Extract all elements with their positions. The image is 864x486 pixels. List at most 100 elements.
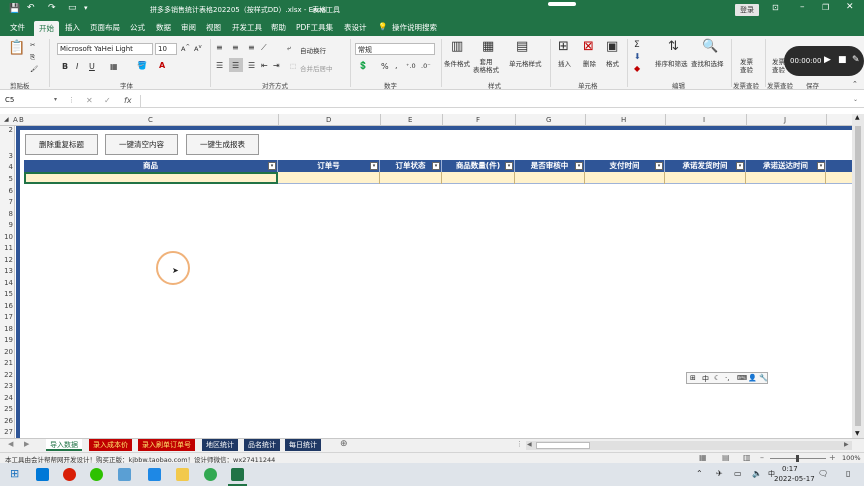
scroll-right-icon[interactable]: ▶ — [844, 441, 849, 448]
invoice-check-button[interactable]: 发票 查验 — [740, 58, 753, 74]
tab-insert[interactable]: 插入 — [65, 22, 80, 33]
ime-moon-icon[interactable]: ☾ — [714, 374, 720, 382]
percent-icon[interactable]: % — [381, 62, 389, 71]
header-pay-time[interactable]: 支付时间 — [585, 160, 665, 172]
table-cell[interactable] — [515, 172, 585, 184]
tab-home[interactable]: 开始 — [34, 21, 59, 36]
table-cell[interactable] — [278, 172, 380, 184]
name-box-dropdown-icon[interactable]: ▾ — [54, 96, 57, 103]
row-header[interactable]: 25 — [0, 405, 15, 413]
font-color-icon[interactable]: A — [159, 61, 165, 70]
comma-icon[interactable]: , — [395, 61, 398, 70]
file-explorer-icon[interactable] — [176, 468, 189, 481]
sheet-tab-cost[interactable]: 录入成本价 — [89, 439, 132, 451]
row-header[interactable]: 27 — [0, 428, 15, 436]
sheet-tab-region[interactable]: 地区统计 — [202, 439, 238, 451]
restore-icon[interactable]: ❐ — [822, 3, 829, 12]
wechat-icon[interactable] — [90, 468, 103, 481]
col-header-c[interactable]: C — [148, 116, 153, 124]
wrap-text-button[interactable]: 自动换行 — [300, 45, 326, 55]
orientation-icon[interactable]: ⟋ — [261, 43, 267, 53]
delete-cells-icon[interactable]: ⊠ — [583, 39, 594, 54]
row-header[interactable]: 20 — [0, 348, 15, 356]
row-header[interactable]: 26 — [0, 417, 15, 425]
tray-icon[interactable]: ✈ — [716, 469, 723, 478]
windows-start-icon[interactable]: ⊞ — [10, 467, 19, 480]
col-header-f[interactable]: F — [476, 116, 480, 124]
generate-report-button[interactable]: 一键生成报表 — [186, 134, 259, 155]
row-header[interactable]: 13 — [0, 267, 15, 275]
clear-icon[interactable]: ◆ — [634, 64, 640, 73]
row-header[interactable]: 22 — [0, 371, 15, 379]
row-header[interactable]: 14 — [0, 279, 15, 287]
select-all-corner[interactable]: ◢ — [4, 116, 9, 123]
selected-cell-c5[interactable] — [24, 172, 278, 184]
sheet-tab-daily[interactable]: 每日统计 — [285, 439, 321, 451]
record-stop-icon[interactable]: ■ — [838, 55, 847, 65]
find-select-button[interactable]: 查找和选择 — [691, 58, 724, 68]
col-header-g[interactable]: G — [546, 116, 551, 124]
close-icon[interactable]: ✕ — [846, 2, 854, 12]
insert-cells-icon[interactable]: ⊞ — [558, 39, 569, 54]
formula-input[interactable] — [140, 95, 852, 107]
zoom-in-icon[interactable]: + — [829, 453, 836, 462]
scroll-left-icon[interactable]: ◀ — [527, 441, 532, 448]
filter-dropdown-icon[interactable]: ▾ — [575, 162, 583, 170]
row-header[interactable]: 5 — [0, 175, 15, 183]
table-format-button[interactable]: 套用 表格格式 — [473, 58, 499, 74]
filter-dropdown-icon[interactable]: ▾ — [817, 162, 825, 170]
row-header[interactable]: 23 — [0, 382, 15, 390]
row-header[interactable]: 9 — [0, 221, 15, 229]
add-sheet-icon[interactable]: ⊕ — [340, 439, 348, 449]
record-play-icon[interactable]: ▶ — [824, 55, 831, 65]
horizontal-scroll-thumb[interactable] — [536, 442, 590, 449]
row-header[interactable]: 17 — [0, 313, 15, 321]
clock-date[interactable]: 2022-05-17 — [774, 475, 815, 483]
delete-cells-button[interactable]: 删除 — [583, 58, 596, 68]
conditional-format-button[interactable]: 条件格式 — [444, 58, 470, 68]
conditional-format-icon[interactable]: ▥ — [451, 39, 463, 54]
row-header[interactable]: 2 — [0, 126, 15, 134]
table-cell[interactable] — [442, 172, 515, 184]
col-header-i[interactable]: I — [703, 116, 705, 124]
filter-dropdown-icon[interactable]: ▾ — [655, 162, 663, 170]
volume-icon[interactable]: 🔈 — [752, 469, 762, 478]
row-header[interactable]: 6 — [0, 187, 15, 195]
row-header[interactable]: 19 — [0, 336, 15, 344]
tell-me-search[interactable]: 操作说明搜索 — [392, 22, 437, 33]
browser-360-icon[interactable] — [63, 468, 76, 481]
cell-styles-icon[interactable]: ▤ — [516, 39, 528, 54]
table-format-icon[interactable]: ▦ — [482, 39, 494, 54]
align-bottom-icon[interactable]: ≡ — [248, 43, 255, 52]
italic-icon[interactable]: I — [76, 62, 78, 71]
row-header[interactable]: 11 — [0, 244, 15, 252]
vertical-scrollbar[interactable]: ▲ ▼ — [852, 114, 864, 438]
cell-styles-button[interactable]: 单元格样式 — [509, 58, 542, 68]
filter-dropdown-icon[interactable]: ▾ — [736, 162, 744, 170]
header-promised-ship-time[interactable]: 承诺发货时间 — [665, 160, 746, 172]
zoom-out-icon[interactable]: – — [760, 453, 764, 462]
autosum-icon[interactable]: Σ — [634, 40, 640, 50]
zoom-slider-thumb[interactable] — [796, 455, 799, 462]
table-cell[interactable] — [665, 172, 746, 184]
vertical-scroll-thumb[interactable] — [855, 126, 861, 426]
fill-icon[interactable]: ⬇ — [634, 52, 641, 61]
indent-increase-icon[interactable]: ⇥ — [273, 61, 280, 70]
font-size-select[interactable]: 10 — [155, 43, 177, 55]
indent-decrease-icon[interactable]: ⇤ — [261, 61, 268, 70]
app-icon-2[interactable] — [148, 468, 161, 481]
ime-user-icon[interactable]: 👤 — [748, 374, 757, 382]
sheet-tab-brush-orders[interactable]: 录入刷单订单号 — [138, 439, 195, 451]
underline-icon[interactable]: U — [89, 62, 95, 71]
decrease-font-icon[interactable]: Av — [194, 44, 202, 53]
prev-sheet-icon[interactable]: ◀ — [8, 440, 13, 448]
confirm-entry-icon[interactable]: ✓ — [104, 96, 111, 105]
row-header[interactable]: 4 — [0, 163, 15, 171]
tab-page-layout[interactable]: 页面布局 — [90, 22, 120, 33]
col-header-a[interactable]: A — [13, 116, 18, 124]
tray-expand-icon[interactable]: ⌃ — [696, 469, 703, 478]
row-header[interactable]: 18 — [0, 325, 15, 333]
customize-qat-icon[interactable]: ▾ — [84, 4, 88, 12]
align-center-icon[interactable]: ☰ — [232, 61, 239, 70]
next-sheet-icon[interactable]: ▶ — [24, 440, 29, 448]
